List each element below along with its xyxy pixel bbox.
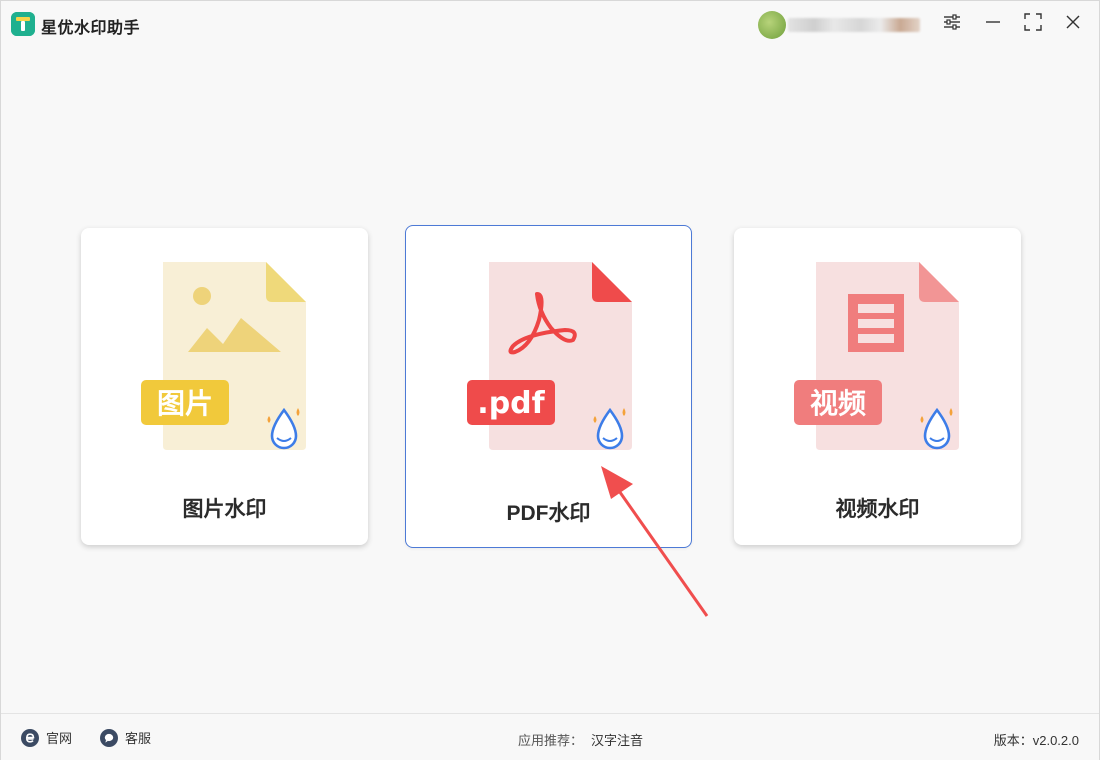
- pdf-file-icon: .pdf: [467, 260, 637, 465]
- settings-sliders-icon: [943, 13, 961, 35]
- user-name-blurred: [788, 18, 920, 32]
- pointer-arrow-annotation: [591, 466, 721, 626]
- minimize-icon: [985, 14, 1001, 35]
- maximize-button[interactable]: [1021, 12, 1045, 36]
- support-link[interactable]: 客服: [100, 728, 151, 747]
- image-file-icon: 图片: [141, 260, 311, 465]
- image-watermark-card[interactable]: 图片 图片水印: [81, 228, 368, 545]
- app-logo-icon: [11, 12, 35, 36]
- app-recommendation: 应用推荐： 汉字注音: [518, 730, 643, 749]
- video-watermark-card[interactable]: 视频 视频水印: [734, 228, 1021, 545]
- video-file-icon: 视频: [794, 260, 964, 465]
- app-title: 星优水印助手: [41, 20, 141, 37]
- close-button[interactable]: [1061, 12, 1085, 36]
- chat-bubble-icon: [100, 728, 118, 747]
- app-window: 星优水印助手 图片 图片水印 .pdf PDF水印 视频 视频水印 官网 客服 …: [0, 0, 1100, 760]
- website-link[interactable]: 官网: [21, 728, 72, 747]
- settings-button[interactable]: [940, 12, 964, 36]
- title-bar: 星优水印助手: [1, 1, 1099, 47]
- card-label: 视频水印: [835, 498, 920, 521]
- maximize-icon: [1024, 12, 1042, 36]
- avatar[interactable]: [758, 11, 786, 39]
- recommend-app-link[interactable]: 汉字注音: [591, 733, 643, 748]
- svg-text:.pdf: .pdf: [477, 386, 545, 421]
- card-label: 图片水印: [182, 498, 267, 521]
- browser-e-icon: [21, 728, 39, 747]
- version-text: 版本：v2.0.2.0: [993, 733, 1079, 748]
- svg-text:图片: 图片: [157, 387, 213, 420]
- footer-bar: 官网 客服 应用推荐： 汉字注音 版本：v2.0.2.0: [1, 713, 1099, 760]
- user-account[interactable]: [758, 11, 922, 39]
- minimize-button[interactable]: [981, 12, 1005, 36]
- recommend-prefix: 应用推荐：: [518, 733, 584, 748]
- website-label: 官网: [46, 731, 73, 746]
- close-icon: [1065, 14, 1081, 35]
- support-label: 客服: [125, 731, 152, 746]
- svg-text:视频: 视频: [810, 387, 866, 420]
